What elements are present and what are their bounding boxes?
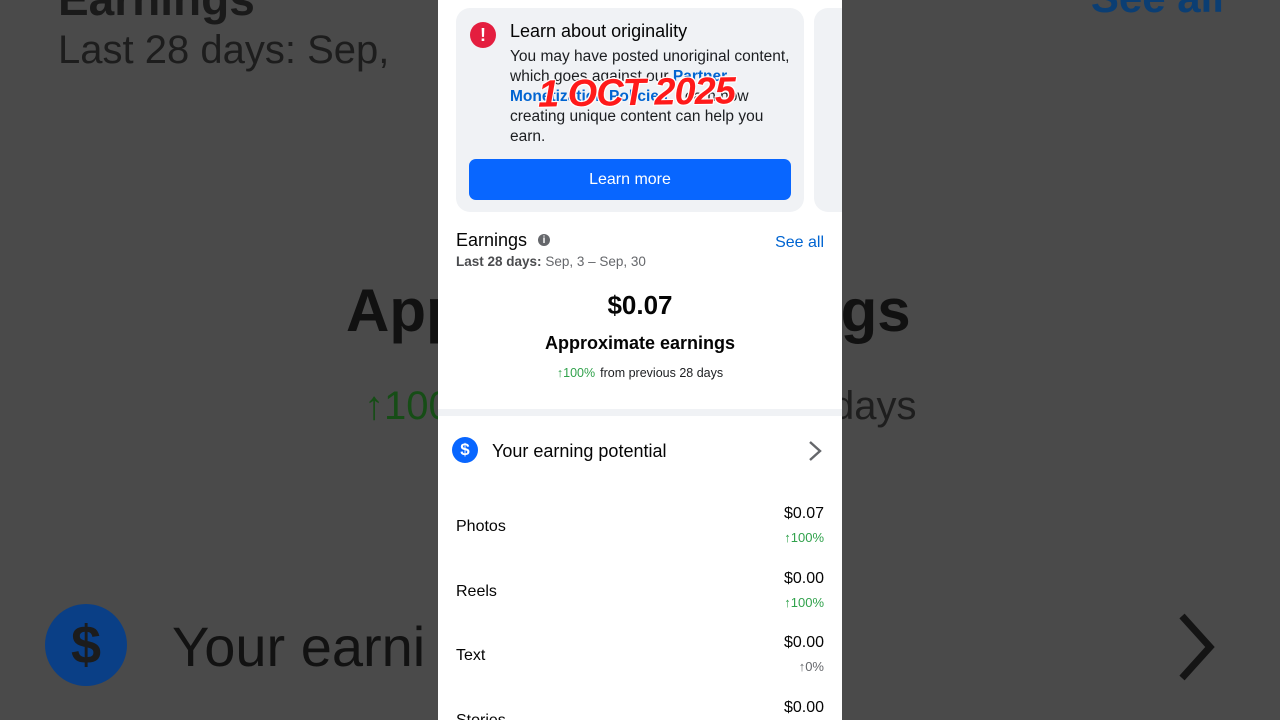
bg-days: days [832,384,917,428]
phone-screen: ! Learn about originality You may have p… [438,0,842,720]
earnings-amount-label: Approximate earnings [544,333,736,353]
learn-more-button[interactable]: Learn more [469,159,791,200]
exclamation-icon: ! [470,22,496,48]
bg-dollar-icon: $ [45,604,127,686]
earnings-period: Last 28 days: Sep, 3 – Sep, 30 [456,254,646,269]
row-label: Photos [456,518,506,535]
breakdown-row-reels[interactable]: Reels $0.00 ↑100% [438,570,842,626]
section-divider [438,409,842,416]
breakdown-row-photos[interactable]: Photos $0.07 ↑100% [438,505,842,561]
dollar-icon: $ [452,437,478,463]
row-label: Stories [456,712,506,720]
bg-see-all: See all [1091,0,1224,22]
earnings-amount: $0.07 [607,290,673,320]
breakdown-row-text[interactable]: Text $0.00 ↑0% [438,634,842,690]
change-percent: ↑100% [556,366,596,380]
bg-earnings-title: Earnings [58,0,255,26]
row-change: ↑100% [784,595,824,610]
bg-chevron-right-icon [1179,613,1215,681]
row-change: ↑0% [798,659,824,674]
breakdown-row-stories[interactable]: Stories $0.00 [438,699,842,720]
row-value: $0.00 [783,634,824,651]
bg-date-range: Last 28 days: Sep, [58,28,390,72]
row-label: Text [456,647,486,664]
change-note: from previous 28 days [600,366,724,380]
earnings-change: ↑100% from previous 28 days [438,366,842,380]
row-value: $0.00 [783,699,824,716]
card-title: Learn about originality [510,21,688,41]
bg-earning-potential: Your earni [172,615,426,678]
earning-potential-label: Your earning potential [492,441,667,461]
chevron-right-icon [809,441,822,461]
row-change: ↑100% [784,530,824,545]
row-value: $0.07 [783,505,824,522]
next-card-peek[interactable] [814,8,842,212]
row-value: $0.00 [783,570,824,587]
earnings-title: Earnings [456,230,528,250]
see-all-link[interactable]: See all [775,234,824,252]
info-icon[interactable]: i [538,234,550,246]
row-label: Reels [456,583,497,600]
date-watermark: 1 OCT 2025 [537,70,736,116]
